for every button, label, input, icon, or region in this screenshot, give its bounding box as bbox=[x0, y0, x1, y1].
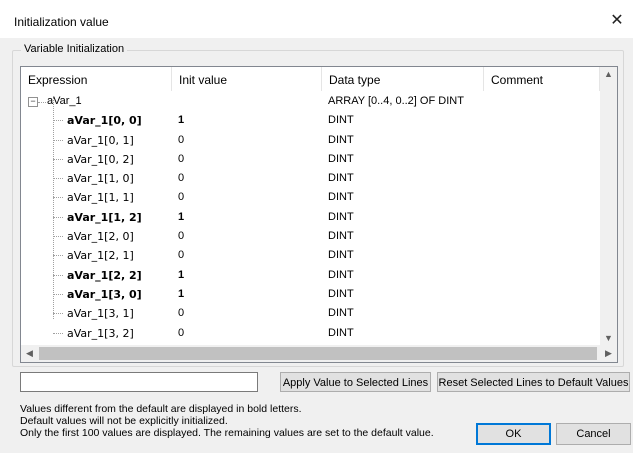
tree-connector bbox=[53, 293, 63, 295]
tree-connector bbox=[38, 102, 46, 103]
row-expression: aVar_1[1, 0] bbox=[67, 172, 134, 186]
reset-default-button[interactable]: Reset Selected Lines to Default Values bbox=[437, 372, 630, 392]
row-init-value[interactable]: 0 bbox=[178, 131, 184, 150]
row-data-type: DINT bbox=[328, 191, 354, 204]
horizontal-scroll-thumb[interactable] bbox=[39, 347, 597, 360]
tree-connector bbox=[53, 313, 63, 315]
table-row[interactable]: aVar_1[3, 0] 1 DINT bbox=[21, 285, 600, 304]
root-data-type: ARRAY [0..4, 0..2] OF DINT bbox=[328, 95, 464, 107]
title-bar: Initialization value ✕ bbox=[0, 0, 633, 38]
row-data-type: DINT bbox=[328, 268, 354, 281]
row-init-value[interactable]: 0 bbox=[178, 304, 184, 323]
row-data-type: DINT bbox=[328, 326, 354, 339]
row-init-value[interactable]: 0 bbox=[178, 324, 184, 343]
grid-header: Expression Init value Data type Comment bbox=[21, 67, 600, 91]
table-row-root[interactable]: − aVar_1 ARRAY [0..4, 0..2] OF DINT bbox=[21, 92, 600, 111]
value-input[interactable] bbox=[20, 372, 258, 392]
tree-connector bbox=[53, 274, 63, 276]
column-header-expression[interactable]: Expression bbox=[21, 67, 172, 91]
scroll-left-icon[interactable]: ◀ bbox=[21, 348, 38, 359]
table-row[interactable]: aVar_1[3, 2] 0 DINT bbox=[21, 324, 600, 343]
apply-value-button[interactable]: Apply Value to Selected Lines bbox=[280, 372, 431, 392]
info-text-limit: Only the first 100 values are displayed.… bbox=[20, 427, 434, 439]
cancel-button[interactable]: Cancel bbox=[556, 423, 631, 445]
row-data-type: DINT bbox=[328, 307, 354, 320]
row-init-value[interactable]: 1 bbox=[178, 266, 184, 285]
collapse-icon[interactable]: − bbox=[28, 97, 38, 107]
table-row[interactable]: aVar_1[2, 1] 0 DINT bbox=[21, 246, 600, 265]
row-data-type: DINT bbox=[328, 133, 354, 146]
row-init-value[interactable]: 1 bbox=[178, 285, 184, 304]
row-init-value[interactable]: 0 bbox=[178, 169, 184, 188]
row-expression: aVar_1[0, 0] bbox=[67, 114, 142, 128]
group-label: Variable Initialization bbox=[21, 43, 128, 55]
tree-connector bbox=[53, 255, 63, 257]
row-data-type: DINT bbox=[328, 114, 354, 127]
row-init-value[interactable]: 0 bbox=[178, 188, 184, 207]
table-row[interactable]: aVar_1[2, 0] 0 DINT bbox=[21, 227, 600, 246]
child-rows: aVar_1[0, 0] 1 DINT aVar_1[0, 1] 0 DINT aVar_1… bbox=[21, 111, 600, 343]
row-init-value[interactable]: 0 bbox=[178, 246, 184, 265]
ok-button[interactable]: OK bbox=[476, 423, 551, 445]
row-data-type: DINT bbox=[328, 230, 354, 243]
row-init-value[interactable]: 1 bbox=[178, 111, 184, 130]
init-value-grid[interactable]: Expression Init value Data type Comment … bbox=[20, 66, 618, 363]
row-expression: aVar_1[2, 1] bbox=[67, 249, 134, 263]
scroll-right-icon[interactable]: ▶ bbox=[600, 348, 617, 359]
row-expression: aVar_1[0, 2] bbox=[67, 152, 134, 166]
horizontal-scrollbar[interactable]: ◀ ▶ bbox=[21, 345, 617, 362]
scroll-down-icon[interactable]: ▼ bbox=[600, 333, 617, 343]
vertical-scrollbar[interactable]: ▲ ▼ bbox=[600, 67, 617, 345]
table-row[interactable]: aVar_1[0, 2] 0 DINT bbox=[21, 150, 600, 169]
root-expression: aVar_1 bbox=[47, 95, 82, 107]
table-row[interactable]: aVar_1[0, 0] 1 DINT bbox=[21, 111, 600, 130]
row-expression: aVar_1[1, 2] bbox=[67, 210, 142, 224]
close-icon[interactable]: ✕ bbox=[601, 7, 633, 35]
scroll-up-icon[interactable]: ▲ bbox=[600, 69, 617, 79]
tree-connector bbox=[53, 158, 63, 160]
row-expression: aVar_1[3, 0] bbox=[67, 287, 142, 301]
row-init-value[interactable]: 0 bbox=[178, 150, 184, 169]
table-row[interactable]: aVar_1[3, 1] 0 DINT bbox=[21, 304, 600, 323]
row-init-value[interactable]: 1 bbox=[178, 208, 184, 227]
row-data-type: DINT bbox=[328, 287, 354, 300]
table-row[interactable]: aVar_1[2, 2] 1 DINT bbox=[21, 266, 600, 285]
row-expression: aVar_1[3, 1] bbox=[67, 307, 134, 321]
window-title: Initialization value bbox=[14, 15, 109, 29]
row-init-value[interactable]: 0 bbox=[178, 227, 184, 246]
row-expression: aVar_1[1, 1] bbox=[67, 191, 134, 205]
tree-connector bbox=[53, 139, 63, 141]
tree-connector bbox=[53, 197, 63, 199]
column-header-comment[interactable]: Comment bbox=[484, 67, 600, 91]
row-expression: aVar_1[0, 1] bbox=[67, 133, 134, 147]
row-data-type: DINT bbox=[328, 152, 354, 165]
tree-connector bbox=[53, 120, 63, 122]
row-expression: aVar_1[2, 2] bbox=[67, 268, 142, 282]
table-row[interactable]: aVar_1[1, 2] 1 DINT bbox=[21, 208, 600, 227]
table-row[interactable]: aVar_1[0, 1] 0 DINT bbox=[21, 131, 600, 150]
row-expression: aVar_1[3, 2] bbox=[67, 326, 134, 340]
tree-connector bbox=[53, 332, 63, 334]
tree-connector bbox=[53, 178, 63, 180]
column-header-data-type[interactable]: Data type bbox=[322, 67, 484, 91]
table-row[interactable]: aVar_1[1, 0] 0 DINT bbox=[21, 169, 600, 188]
row-data-type: DINT bbox=[328, 210, 354, 223]
tree-connector bbox=[53, 236, 63, 238]
info-text-default: Default values will not be explicitly in… bbox=[20, 415, 228, 427]
tree-connector bbox=[53, 216, 63, 218]
row-data-type: DINT bbox=[328, 249, 354, 262]
row-expression: aVar_1[2, 0] bbox=[67, 230, 134, 244]
grid-rows: − aVar_1 ARRAY [0..4, 0..2] OF DINT aVar… bbox=[21, 92, 600, 343]
table-row[interactable]: aVar_1[1, 1] 0 DINT bbox=[21, 188, 600, 207]
row-data-type: DINT bbox=[328, 172, 354, 185]
column-header-init-value[interactable]: Init value bbox=[172, 67, 322, 91]
info-text-bold: Values different from the default are di… bbox=[20, 403, 302, 415]
